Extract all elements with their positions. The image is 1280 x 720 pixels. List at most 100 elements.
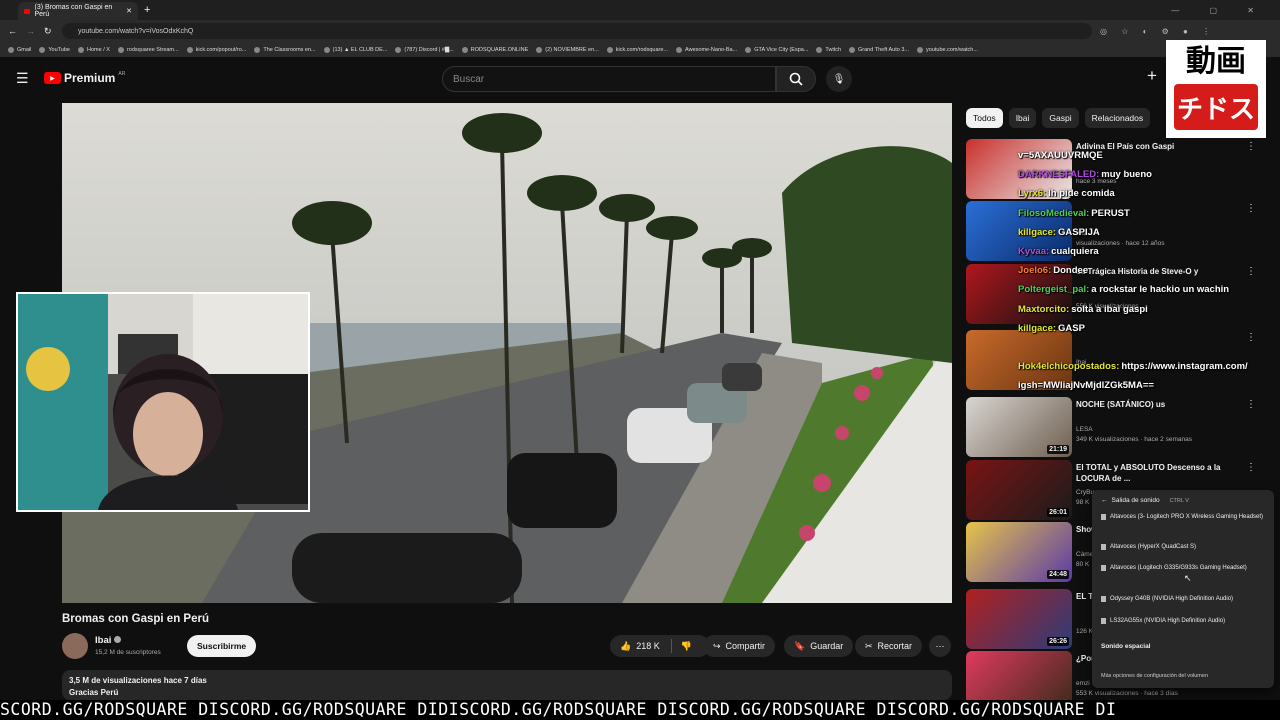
recommended-video[interactable]: Ibai ⋮ [966,330,1266,390]
chip-gaspi[interactable]: Gaspi [1042,108,1079,128]
bookmark-item[interactable]: GTA Vice City (Espa... [745,46,808,53]
webcam-feed [18,294,308,510]
audio-shortcut: CTRL V [1169,498,1189,504]
search-button[interactable] [776,66,816,92]
bookmark-item[interactable]: Home / X [78,46,110,53]
volume-settings-link[interactable]: Más opciones de configuración del volume… [1101,673,1208,679]
recommended-video[interactable]: 21:19 NOCHE (SATÁNICO) us LESA 349 K visual… [966,397,1266,457]
spatial-sound-label[interactable]: Sonido espacial [1101,643,1151,650]
audio-device-option[interactable]: Altavoces (3- Logitech PRO X Wireless Ga… [1101,513,1266,521]
clip-button[interactable]: ✂ Recortar [855,635,923,657]
create-icon[interactable]: + [1147,66,1157,86]
video-thumbnail[interactable] [966,330,1072,390]
url-field[interactable]: youtube.com/watch?v=iVosOdxKchQ [62,23,1092,39]
bookmark-favicon-icon [78,46,84,53]
bookmark-favicon-icon [39,46,46,53]
bookmark-item[interactable]: kick.com/rodsquare... [606,46,668,53]
tab-close-icon[interactable]: ✕ [126,7,132,15]
bookmark-item[interactable]: (2) NOVIEMBRE en... [536,46,599,53]
share-button[interactable]: ↪ Compartir [703,635,776,657]
recommended-video[interactable]: Adivina El País con Gaspi hace 3 meses ⋮ [966,139,1266,199]
recommended-title[interactable]: Adivina El País con Gaspi [1076,141,1256,152]
kebab-menu-icon[interactable]: ⋮ [1246,141,1256,152]
subscriber-count: 15,2 M de suscriptores [95,649,161,656]
video-thumbnail[interactable] [966,201,1072,261]
subscribe-button[interactable]: Suscribirme [187,635,257,657]
extensions-icons[interactable]: ◎ ☆ ◐ ⚙ ● ⋮ [1100,27,1216,36]
bookmark-favicon-icon [323,46,330,53]
bookmarks-bar: Gmail YouTube Home / X rodsquaree Stream...… [0,42,1280,57]
bookmark-item[interactable]: (787) Discord | #▇... [395,46,454,53]
thumbs-down-icon[interactable]: 👎 [681,641,692,652]
recommended-channel: Ibai [1076,230,1087,237]
recommended-title[interactable]: La Trágica Historia de Steve-O y [1076,266,1256,277]
kebab-menu-icon[interactable]: ⋮ [1246,462,1256,473]
bookmark-item[interactable]: Awesome-Nano-Ba... [676,46,737,53]
bookmark-item[interactable]: The Classrooms en... [254,46,316,53]
recommended-title[interactable]: NOCHE (SATÁNICO) us [1076,399,1256,410]
recommended-video[interactable]: La Trágica Historia de Steve-O y 556 K vi… [966,264,1266,324]
channel-row: Ibai 15,2 M de suscriptores Suscribirme … [62,633,952,661]
chip-relacionados[interactable]: Relacionados [1084,108,1151,128]
video-thumbnail[interactable] [966,139,1072,199]
window-controls[interactable]: — ▢ ✕ [1171,6,1268,15]
new-tab-icon[interactable]: + [144,4,150,16]
bookmark-favicon-icon [745,46,752,53]
chip-ibai[interactable]: Ibai [1008,108,1037,128]
kebab-menu-icon[interactable]: ⋮ [1246,399,1256,410]
youtube-logo[interactable]: ▶ Premium AR [44,71,125,85]
bookmark-item[interactable]: Twitch [816,46,841,53]
save-label: Guardar [810,641,844,651]
video-title: Bromas con Gaspi en Perú [62,613,209,625]
bookmark-item[interactable]: RODSQUARE.ONLINE [461,46,528,53]
video-thumbnail[interactable]: 21:19 [966,397,1072,457]
audio-device-option[interactable]: Odyssey G40B (NVIDIA High Definition Aud… [1101,595,1266,603]
search-input[interactable]: Buscar [442,66,776,92]
views-date: 3,5 M de visualizaciones hace 7 días [69,676,207,685]
bookmark-item[interactable]: rodsquaree Stream... [117,46,179,53]
bookmark-item[interactable]: Grand Theft Auto 3... [849,46,909,53]
back-icon[interactable]: ← [8,26,17,36]
audio-device-option[interactable]: Altavoces (Logitech G335/G933s Gaming He… [1101,564,1266,572]
menu-icon[interactable]: ☰ [16,70,29,87]
description-box[interactable]: 3,5 M de visualizaciones hace 7 días Gra… [62,670,952,700]
bookmark-icon: 🔖 [794,640,806,651]
bookmark-item[interactable]: kick.com/popout/ro... [186,46,246,53]
forward-icon[interactable]: → [26,26,35,36]
more-actions-button[interactable]: ⋯ [929,635,951,657]
recommended-channel: Càme [1076,551,1094,558]
video-thumbnail[interactable]: 26:26 [966,589,1072,649]
audio-device-option[interactable]: Altavoces (HyperX QuadCast S) [1101,543,1266,551]
bookmark-item[interactable]: Gmail [8,46,31,53]
video-thumbnail[interactable]: 26:01 [966,460,1072,520]
bookmark-item[interactable]: (13) ▲ EL CLUB DE... [323,46,387,53]
channel-name[interactable]: Ibai [95,635,111,646]
search-icon [789,72,803,86]
bookmark-favicon-icon [606,46,613,53]
recommended-title[interactable]: El TOTAL y ABSOLUTO Descenso a la LOCURA… [1076,462,1256,484]
voice-search-button[interactable]: 🎙 [826,66,852,92]
filter-chips: Todos Ibai Gaspi Relacionados [966,108,1151,128]
recommended-video[interactable]: Ibai visualizaciones · hace 12 años ⋮ [966,201,1266,261]
share-label: Compartir [725,641,766,651]
channel-avatar[interactable] [62,633,88,659]
device-icon [1101,596,1106,602]
bookmark-favicon-icon [916,46,923,53]
save-button[interactable]: 🔖 Guardar [784,635,854,657]
browser-tab[interactable]: (3) Bromas con Gaspi en Perú ✕ [18,2,138,20]
back-arrow-icon[interactable]: ← [1101,497,1108,504]
kebab-menu-icon[interactable]: ⋮ [1246,203,1256,214]
like-button[interactable]: 👍 218 K 👎 [610,635,710,657]
video-thumbnail[interactable]: 24:48 [966,522,1072,582]
bookmark-item[interactable]: YouTube [39,46,70,53]
scissors-icon: ✂ [865,640,873,651]
chip-todos[interactable]: Todos [966,108,1003,128]
bookmark-item[interactable]: youtube.com/watch... [916,46,978,53]
audio-device-option[interactable]: LS32AG55x (NVIDIA High Definition Audio) [1101,617,1266,625]
reload-icon[interactable]: ↻ [44,26,52,37]
mouse-cursor-icon: ↖ [1184,573,1192,583]
kebab-menu-icon[interactable]: ⋮ [1246,332,1256,343]
recommended-channel: emzi [1076,680,1090,687]
kebab-menu-icon[interactable]: ⋮ [1246,266,1256,277]
video-thumbnail[interactable] [966,264,1072,324]
